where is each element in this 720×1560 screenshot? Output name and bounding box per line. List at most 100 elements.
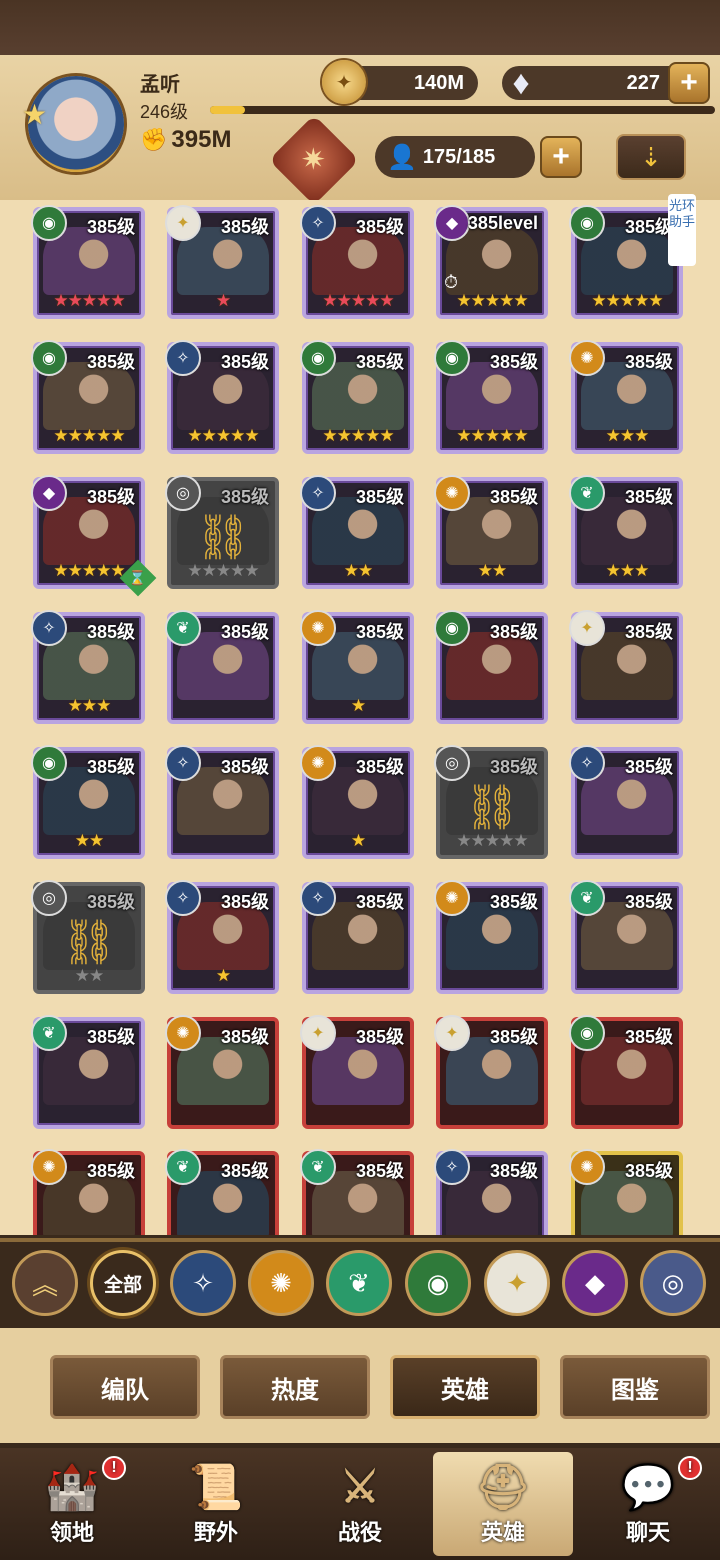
forest-faction-icon: ◉ [31, 340, 67, 376]
filter-wilder-button[interactable]: ❦ [326, 1250, 392, 1316]
hero-card[interactable]: ✺ 385级 ★ [300, 745, 414, 859]
hero-card[interactable]: ◎ 385级 ⛓ ★★★★★ [165, 475, 279, 589]
forest-faction-icon: ◉ [569, 205, 605, 241]
hero-card[interactable]: ❦ 385级 [300, 1149, 414, 1235]
hero-card[interactable]: ✺ 385级 ★ [300, 610, 414, 724]
locked-faction-icon: ◎ [31, 880, 67, 916]
hero-level: 385级 [489, 1161, 538, 1181]
hero-stars: ★ [215, 966, 231, 985]
clock-icon: ⏱ [444, 272, 459, 292]
hero-card[interactable]: ◉ 385级 [569, 1015, 683, 1129]
forest-faction-icon: ◉ [434, 340, 470, 376]
filter-celestial-button[interactable]: ✦ [484, 1250, 550, 1316]
hero-stars: ★ [350, 696, 366, 715]
hero-card[interactable]: ◉ 385级 [434, 610, 548, 724]
hero-card[interactable]: ◆ 385level ⏱ ★★★★★ [434, 205, 548, 319]
hero-stars: ★★★★★ [53, 426, 125, 445]
nav-label: 英雄 [480, 1520, 525, 1545]
hero-stars: ★★★ [605, 561, 650, 580]
hero-level: 385级 [86, 217, 135, 237]
player-avatar[interactable]: ★ [22, 76, 124, 172]
tab-1[interactable]: 热度 [220, 1355, 370, 1419]
nav-label: 聊天 [625, 1520, 670, 1545]
hero-stars: ★★★ [605, 426, 650, 445]
chain-link-icon: ⛓ [195, 513, 251, 562]
hero-level: 385级 [86, 1027, 135, 1047]
hero-card[interactable]: ✧ 385级 [434, 1149, 548, 1235]
hero-level: 385级 [624, 622, 673, 642]
hero-card[interactable]: ✧ 385级 ★★★★★ [300, 205, 414, 319]
hero-card[interactable]: ✧ 385级 ★★★★★ [165, 340, 279, 454]
filter-graveborn-eye-button[interactable]: ◉ [405, 1250, 471, 1316]
hero-card[interactable]: ✺ 385级 ★★★ [569, 340, 683, 454]
hero-card[interactable]: ◎ 385级 ⛓ ★★ [31, 880, 145, 994]
filter-dimensional-button[interactable]: ◎ [640, 1250, 706, 1316]
nav-item-0[interactable]: 🏰 领地! [2, 1452, 142, 1556]
filter-mauler-button[interactable]: ✺ [248, 1250, 314, 1316]
nav-item-4[interactable]: 💬 聊天! [578, 1452, 718, 1556]
tab-2[interactable]: 英雄 [390, 1355, 540, 1419]
expand-capacity-button[interactable]: + [540, 136, 582, 178]
hero-card[interactable]: ✺ 385级 [434, 880, 548, 994]
locked-faction-icon: ◎ [434, 745, 470, 781]
nav-item-3[interactable]: ⛑ 英雄 [433, 1452, 573, 1556]
hero-card[interactable]: ✦ 385级 [569, 610, 683, 724]
filter-lightbearer-button[interactable]: ✧ [170, 1250, 236, 1316]
hero-card[interactable]: ✺ 385级 [569, 1149, 683, 1235]
nav-item-1[interactable]: 📜 野外 [146, 1452, 286, 1556]
wilder-faction-icon: ❦ [569, 475, 605, 511]
filter-graveborn-button[interactable]: ◆ [562, 1250, 628, 1316]
hero-card[interactable]: ❦ 385级 [165, 1149, 279, 1235]
sort-button[interactable]: ⇣ [616, 134, 686, 180]
hero-level: 385级 [220, 1027, 269, 1047]
hero-card[interactable]: ✺ 385级 ★★ [434, 475, 548, 589]
hero-stars: ★★★ [67, 696, 112, 715]
hero-card[interactable]: ✧ 385级 ★ [165, 880, 279, 994]
side-helper-tag[interactable]: 光环助手 [668, 194, 696, 266]
nav-item-2[interactable]: ⚔ 战役 [290, 1452, 430, 1556]
hero-card[interactable]: ◉ 385级 ★★ [31, 745, 145, 859]
hero-stars: ★★★★★ [456, 426, 528, 445]
hero-card[interactable]: ✧ 385级 ★★★ [31, 610, 145, 724]
hero-card[interactable]: ◎ 385级 ⛓ ★★★★★ [434, 745, 548, 859]
hero-level: 385级 [489, 352, 538, 372]
celestial-faction-icon: ✦ [434, 1015, 470, 1051]
hero-card[interactable]: ❦ 385级 [569, 880, 683, 994]
hero-card[interactable]: ✦ 385级 ★ [165, 205, 279, 319]
hero-card[interactable]: ✺ 385级 [165, 1015, 279, 1129]
hero-card[interactable]: ✧ 385级 [569, 745, 683, 859]
hero-level: 385级 [220, 622, 269, 642]
nav-label: 野外 [193, 1520, 238, 1545]
hero-card[interactable]: ❦ 385级 [165, 610, 279, 724]
hero-card[interactable]: ◉ 385级 ★★★★★ [434, 340, 548, 454]
hero-card[interactable]: ◉ 385级 ★★★★★ [300, 340, 414, 454]
mauler-faction-icon: ✺ [31, 1149, 67, 1185]
hero-stars: ★ [215, 291, 231, 310]
hero-card[interactable]: ❦ 385级 [31, 1015, 145, 1129]
hero-card[interactable]: ✧ 385级 [165, 745, 279, 859]
filter-all-button[interactable]: 全部 [90, 1250, 156, 1316]
collapse-up-button[interactable]: ︽ [12, 1250, 78, 1316]
player-name: 孟听 [140, 74, 180, 96]
hero-level: 385级 [355, 622, 404, 642]
hero-level: 385级 [220, 217, 269, 237]
hero-card[interactable]: ✦ 385级 [434, 1015, 548, 1129]
hero-card[interactable]: ✧ 385级 ★★ [300, 475, 414, 589]
hero-card[interactable]: ◉ 385级 ★★★★★ [31, 205, 145, 319]
hero-card[interactable]: ◉ 385级 ★★★★★ [31, 340, 145, 454]
hero-level: 385级 [489, 1027, 538, 1047]
hero-card[interactable]: ❦ 385级 ★★★ [569, 475, 683, 589]
hero-card[interactable]: ✧ 385级 [300, 880, 414, 994]
hero-card[interactable]: ◉ 385级 ★★★★★ [569, 205, 683, 319]
tab-0[interactable]: 编队 [50, 1355, 200, 1419]
hero-stars: ★★★★★ [53, 291, 125, 310]
mauler-faction-icon: ✺ [165, 1015, 201, 1051]
add-gems-button[interactable]: + [668, 62, 710, 104]
hero-card[interactable]: ◆ 385级 ⌛ ★★★★★ [31, 475, 157, 597]
combat-power-value: 395M [171, 126, 232, 153]
tab-3[interactable]: 图鉴 [560, 1355, 710, 1419]
player-level: 246级 [140, 102, 189, 122]
lightbearer-icon: ✧ [192, 1267, 214, 1298]
hero-card[interactable]: ✺ 385级 [31, 1149, 145, 1235]
hero-card[interactable]: ✦ 385级 [300, 1015, 414, 1129]
